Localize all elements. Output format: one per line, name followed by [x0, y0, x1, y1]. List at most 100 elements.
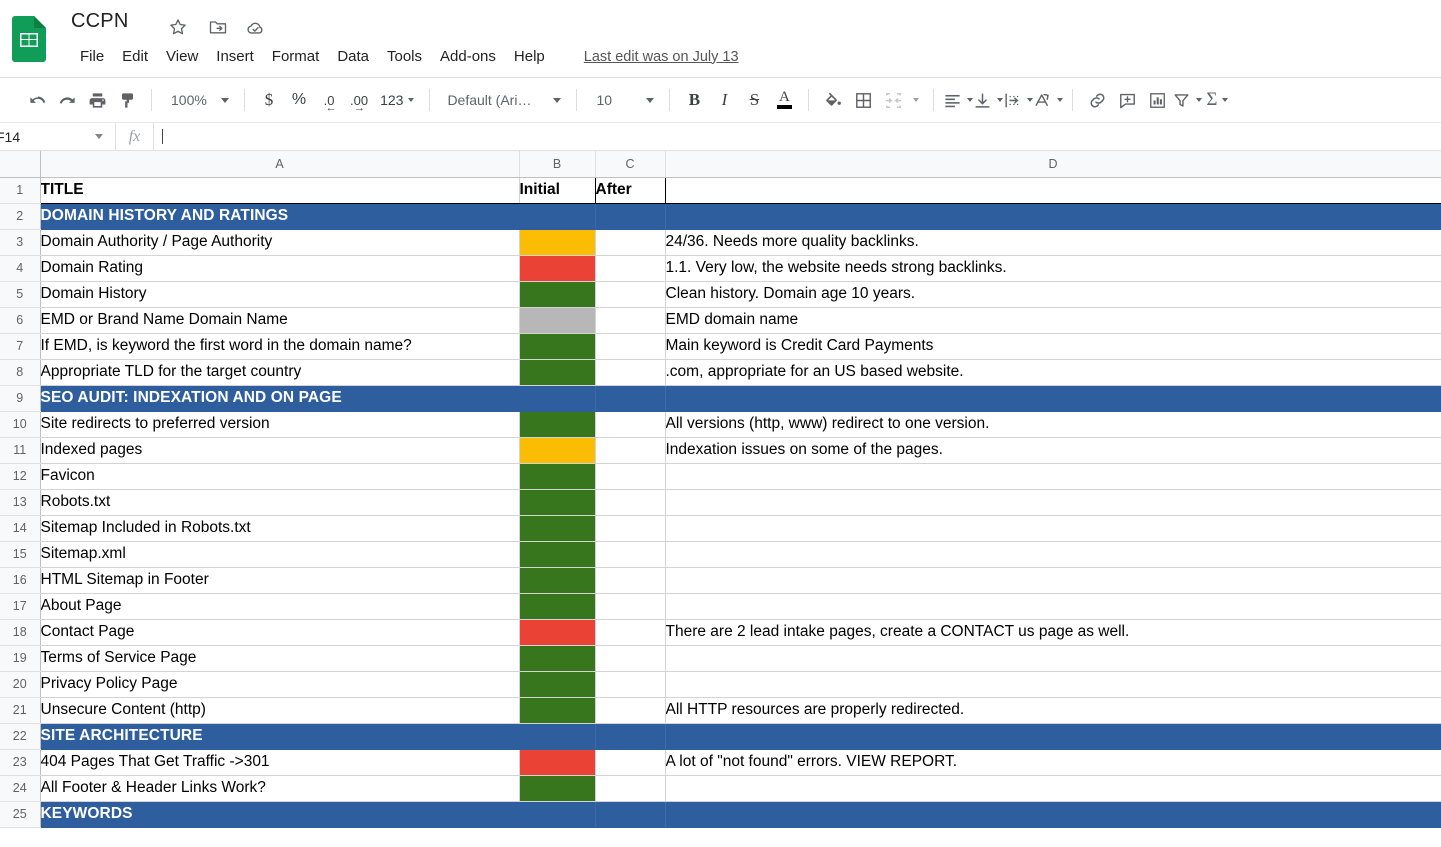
- row-header[interactable]: 3: [0, 229, 41, 256]
- row-header[interactable]: 12: [0, 463, 41, 490]
- cell-a[interactable]: EMD or Brand Name Domain Name: [40, 307, 520, 334]
- cell-c[interactable]: [595, 671, 666, 698]
- cell-d[interactable]: 1.1. Very low, the website needs strong …: [665, 255, 1441, 282]
- cell-d[interactable]: [665, 723, 1441, 750]
- status-swatch-green[interactable]: [519, 489, 596, 516]
- increase-decimal-button[interactable]: .00 →: [344, 85, 374, 115]
- last-edit-link[interactable]: Last edit was on July 13: [584, 49, 739, 65]
- row-header[interactable]: 8: [0, 359, 41, 386]
- cell-c[interactable]: [595, 333, 666, 360]
- italic-button[interactable]: I: [709, 85, 739, 115]
- text-rotation-icon[interactable]: [1033, 85, 1064, 115]
- row-header[interactable]: 2: [0, 203, 41, 230]
- star-icon[interactable]: [166, 15, 190, 39]
- cell-c[interactable]: [595, 515, 666, 542]
- row-header[interactable]: 9: [0, 385, 41, 412]
- cell-c[interactable]: [595, 619, 666, 646]
- cell-d[interactable]: There are 2 lead intake pages, create a …: [665, 619, 1441, 646]
- status-swatch-green[interactable]: [519, 567, 596, 594]
- cell-c[interactable]: [595, 697, 666, 724]
- row-header[interactable]: 22: [0, 723, 41, 750]
- cell-c[interactable]: [595, 567, 666, 594]
- cell-d[interactable]: [665, 489, 1441, 516]
- cell-d[interactable]: [665, 801, 1441, 828]
- cell-c[interactable]: [595, 645, 666, 672]
- cell-d[interactable]: Indexation issues on some of the pages.: [665, 437, 1441, 464]
- column-header-c[interactable]: C: [595, 151, 666, 178]
- print-icon[interactable]: [82, 85, 112, 115]
- decrease-decimal-button[interactable]: .0 ←: [314, 85, 344, 115]
- status-swatch-green[interactable]: [519, 463, 596, 490]
- status-swatch-green[interactable]: [519, 671, 596, 698]
- percent-format-button[interactable]: %: [284, 85, 314, 115]
- cell-d[interactable]: [665, 593, 1441, 620]
- section-title-cell[interactable]: SEO AUDIT: INDEXATION AND ON PAGE: [40, 385, 520, 412]
- row-header[interactable]: 19: [0, 645, 41, 672]
- status-swatch-green[interactable]: [519, 645, 596, 672]
- cell-d[interactable]: 24/36. Needs more quality backlinks.: [665, 229, 1441, 256]
- more-formats-button[interactable]: 123: [374, 85, 420, 115]
- insert-chart-icon[interactable]: [1142, 85, 1172, 115]
- section-title-cell[interactable]: DOMAIN HISTORY AND RATINGS: [40, 203, 520, 230]
- cell-c[interactable]: [595, 541, 666, 568]
- status-swatch-gray[interactable]: [519, 307, 596, 334]
- cell-a[interactable]: Unsecure Content (http): [40, 697, 520, 724]
- cell-d[interactable]: [665, 177, 1441, 204]
- cell-a[interactable]: TITLE: [40, 177, 520, 204]
- vertical-align-icon[interactable]: [973, 85, 1004, 115]
- font-size-select[interactable]: 10: [586, 85, 660, 115]
- horizontal-align-icon[interactable]: [943, 85, 974, 115]
- cell-d[interactable]: [665, 385, 1441, 412]
- cell-a[interactable]: HTML Sitemap in Footer: [40, 567, 520, 594]
- row-header[interactable]: 15: [0, 541, 41, 568]
- document-title[interactable]: CCPN: [71, 10, 128, 33]
- row-header[interactable]: 4: [0, 255, 41, 282]
- row-header[interactable]: 21: [0, 697, 41, 724]
- cell-c[interactable]: [595, 385, 666, 412]
- cell-d[interactable]: All versions (http, www) redirect to one…: [665, 411, 1441, 438]
- cell-d[interactable]: A lot of "not found" errors. VIEW REPORT…: [665, 749, 1441, 776]
- menu-item-format[interactable]: Format: [263, 45, 329, 68]
- cell-b[interactable]: [519, 723, 596, 750]
- status-swatch-green[interactable]: [519, 775, 596, 802]
- row-header[interactable]: 10: [0, 411, 41, 438]
- cloud-saved-icon[interactable]: [243, 15, 267, 39]
- cell-d[interactable]: [665, 515, 1441, 542]
- menu-item-file[interactable]: File: [71, 45, 113, 68]
- cell-c[interactable]: [595, 359, 666, 386]
- borders-icon[interactable]: [848, 85, 878, 115]
- menu-item-edit[interactable]: Edit: [113, 45, 157, 68]
- cell-a[interactable]: Domain Authority / Page Authority: [40, 229, 520, 256]
- font-family-select[interactable]: Default (Ari…: [439, 85, 567, 115]
- row-header[interactable]: 6: [0, 307, 41, 334]
- cell-a[interactable]: If EMD, is keyword the first word in the…: [40, 333, 520, 360]
- cell-b[interactable]: [519, 801, 596, 828]
- cell-c[interactable]: [595, 255, 666, 282]
- cell-c[interactable]: [595, 203, 666, 230]
- cell-c[interactable]: [595, 489, 666, 516]
- cell-c[interactable]: [595, 281, 666, 308]
- status-swatch-green[interactable]: [519, 333, 596, 360]
- status-swatch-green[interactable]: [519, 593, 596, 620]
- functions-button[interactable]: Σ: [1202, 85, 1232, 115]
- cell-a[interactable]: Sitemap.xml: [40, 541, 520, 568]
- cell-d[interactable]: [665, 203, 1441, 230]
- column-header-d[interactable]: D: [665, 151, 1441, 178]
- status-swatch-red[interactable]: [519, 749, 596, 776]
- cell-d[interactable]: .com, appropriate for an US based websit…: [665, 359, 1441, 386]
- cell-d[interactable]: Main keyword is Credit Card Payments: [665, 333, 1441, 360]
- undo-icon[interactable]: [22, 85, 52, 115]
- status-swatch-green[interactable]: [519, 411, 596, 438]
- cell-d[interactable]: [665, 567, 1441, 594]
- cell-c[interactable]: [595, 593, 666, 620]
- row-header[interactable]: 13: [0, 489, 41, 516]
- cell-c[interactable]: [595, 411, 666, 438]
- status-swatch-green[interactable]: [519, 515, 596, 542]
- move-to-folder-icon[interactable]: [206, 15, 230, 39]
- cell-b[interactable]: Initial: [518, 177, 596, 204]
- cell-a[interactable]: Contact Page: [40, 619, 520, 646]
- status-swatch-red[interactable]: [519, 619, 596, 646]
- cell-c[interactable]: [595, 775, 666, 802]
- spreadsheet-grid[interactable]: A B C D 1 TITLE Initial After 2 DOMAIN HISTOR…: [0, 151, 1441, 839]
- status-swatch-green[interactable]: [519, 697, 596, 724]
